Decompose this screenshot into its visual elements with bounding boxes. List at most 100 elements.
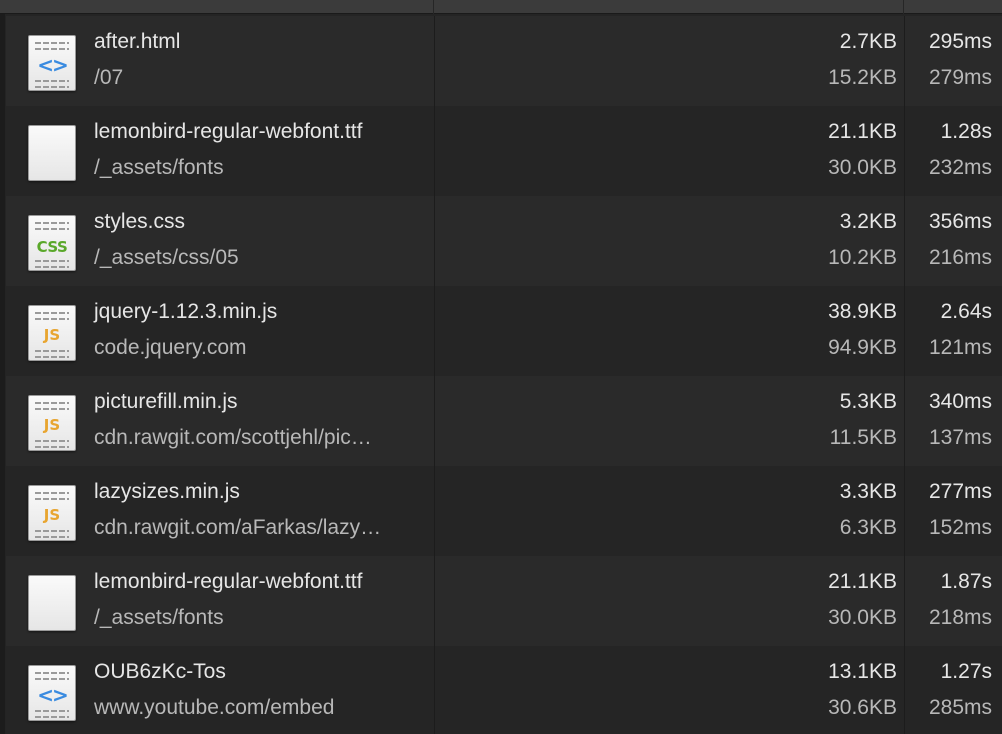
css-badge: CSS [36,238,68,256]
request-name: lemonbird-regular-webfont.ttf [94,120,363,143]
js-file-icon: JS [28,395,76,451]
html-badge: <> [37,53,69,77]
request-latency: 285ms [928,696,992,719]
column-header-divider[interactable] [433,0,434,14]
request-latency: 279ms [928,66,992,89]
column-divider [904,286,905,376]
icon-text-line [35,530,69,532]
request-size: 21.1KB [828,570,897,593]
icon-text-line [35,318,69,320]
request-row[interactable]: <> after.html/07 2.7KB 15.2KB 295ms 279ms [6,16,1002,106]
font-file-icon [28,125,76,181]
request-transferred-size: 6.3KB [839,516,897,539]
request-time: 295ms [928,30,992,53]
request-latency: 152ms [928,516,992,539]
request-name: styles.css [94,210,186,233]
request-name: lemonbird-regular-webfont.ttf [94,570,363,593]
column-divider [434,646,435,734]
request-row[interactable]: lemonbird-regular-webfont.ttf /_assets/fo… [6,556,1002,646]
column-divider [434,556,435,646]
request-latency: 216ms [928,246,992,269]
icon-text-line [35,672,69,674]
icon-text-line [35,260,69,262]
request-time: 277ms [928,480,992,503]
request-size: 5.3KB [839,390,897,413]
column-divider [904,646,905,734]
request-row[interactable]: lemonbird-regular-webfont.ttf /_assets/fo… [6,106,1002,196]
network-panel: <> after.html/07 2.7KB 15.2KB 295ms 279ms lemo… [0,0,1002,734]
icon-text-line [35,350,69,352]
request-transferred-size: 30.0KB [828,156,897,179]
column-divider [904,196,905,286]
icon-text-line [35,440,69,442]
request-row[interactable]: JS lazysizes.min.js cdn.rawgit.com/aFarkas… [6,466,1002,556]
request-row[interactable]: JS jquery-1.12.3.min.js code.jquery.com 38.… [6,286,1002,376]
html-file-icon: <> [28,665,76,721]
column-divider [434,16,435,106]
request-time: 340ms [928,390,992,413]
request-latency: 137ms [928,426,992,449]
icon-text-line [35,312,69,314]
column-header-divider[interactable] [903,0,904,14]
column-divider [904,16,905,106]
request-size: 38.9KB [828,300,897,323]
request-transferred-size: 30.6KB [828,696,897,719]
request-path: code.jquery.com [94,336,247,359]
request-path: /_assets/css/05 [94,246,239,269]
request-name: OUB6zKc-Tos [94,660,226,683]
column-divider [904,106,905,196]
font-file-icon [28,575,76,631]
html-badge: <> [37,683,69,707]
html-file-icon: <> [28,35,76,91]
request-time: 1.87s [940,570,992,593]
icon-text-line [35,228,69,230]
request-path: /_assets/fonts [94,606,224,629]
icon-text-line [35,498,69,500]
column-divider [434,466,435,556]
icon-text-line [35,402,69,404]
request-row[interactable]: <> OUB6zKc-Tos www.youtube.com/embed 13.1KB… [6,646,1002,734]
js-badge: JS [43,416,61,434]
request-path: /07 [94,66,124,89]
js-file-icon: JS [28,485,76,541]
request-latency: 218ms [928,606,992,629]
request-time: 2.64s [940,300,992,323]
left-gutter [0,14,5,734]
column-divider [434,196,435,286]
js-badge: JS [43,506,61,524]
request-size: 2.7KB [839,30,897,53]
request-row[interactable]: JS picturefill.min.js cdn.rawgit.com/scott… [6,376,1002,466]
column-divider [434,106,435,196]
column-header-strip[interactable] [0,0,1002,14]
request-transferred-size: 11.5KB [829,426,897,449]
request-transferred-size: 15.2KB [828,66,897,89]
request-latency: 232ms [928,156,992,179]
request-size: 13.1KB [828,660,897,683]
column-divider [904,466,905,556]
request-transferred-size: 10.2KB [828,246,897,269]
request-name: lazysizes.min.js [94,480,240,503]
request-time: 356ms [928,210,992,233]
request-size: 3.2KB [839,210,897,233]
icon-text-line [35,408,69,410]
request-size: 3.3KB [839,480,897,503]
icon-text-line [35,678,69,680]
icon-text-line [35,48,69,50]
icon-text-line [35,356,69,358]
request-name: jquery-1.12.3.min.js [94,300,278,323]
icon-text-line [35,716,69,718]
request-path: cdn.rawgit.com/scottjehl/pic… [94,426,372,449]
request-row[interactable]: CSS styles.css /_assets/css/05 3.2KB 10.2KB 3… [6,196,1002,286]
request-time: 1.27s [940,660,992,683]
icon-text-line [35,710,69,712]
js-file-icon: JS [28,305,76,361]
request-path: www.youtube.com/embed [94,696,335,719]
request-path: cdn.rawgit.com/aFarkas/lazy… [94,516,382,539]
icon-text-line [35,86,69,88]
request-list: <> after.html/07 2.7KB 15.2KB 295ms 279ms lemo… [6,16,1002,734]
request-path: /_assets/fonts [94,156,224,179]
icon-text-line [35,536,69,538]
request-name: picturefill.min.js [94,390,238,413]
request-name: after.html [94,30,181,53]
icon-text-line [35,446,69,448]
